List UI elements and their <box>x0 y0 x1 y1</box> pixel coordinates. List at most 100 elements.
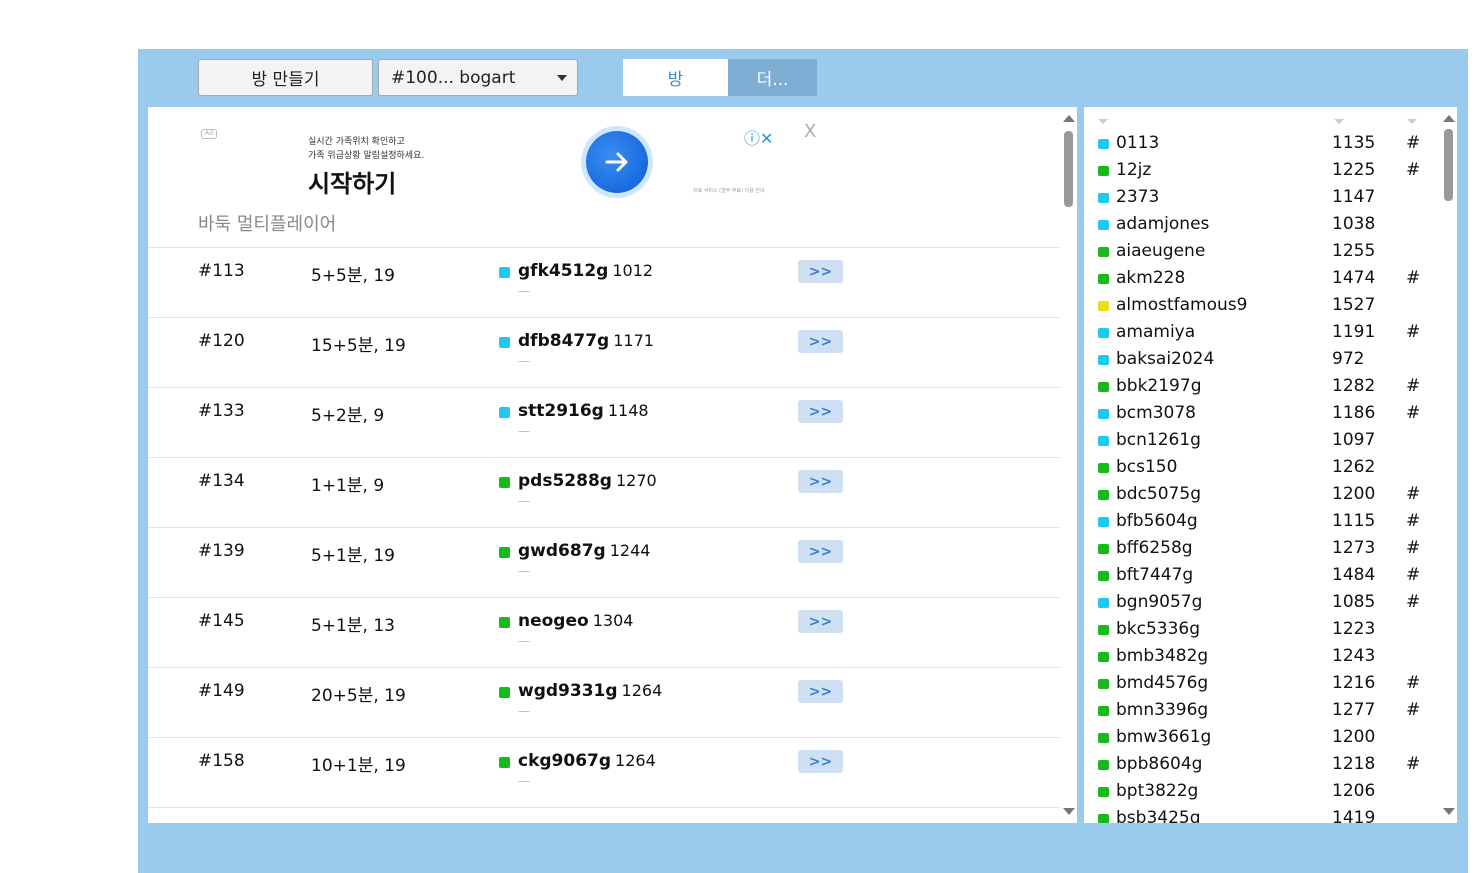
room-row[interactable]: #133 5+2분, 9 stt2916g 1148 — >> <box>148 387 1060 457</box>
user-row[interactable]: bmn3396g 1277 # <box>1084 697 1440 724</box>
sort-name-icon[interactable] <box>1098 119 1108 124</box>
room-row[interactable]: #145 5+1분, 13 neogeo 1304 — >> <box>148 597 1060 667</box>
room-row[interactable]: #134 1+1분, 9 pds5288g 1270 — >> <box>148 457 1060 527</box>
status-dot-icon <box>499 407 510 418</box>
user-row[interactable]: bpb8604g 1218 # <box>1084 751 1440 778</box>
room-host[interactable]: neogeo 1304 <box>518 611 633 631</box>
scroll-thumb[interactable] <box>1444 129 1453 201</box>
room-row[interactable]: #139 5+1분, 19 gwd687g 1244 — >> <box>148 527 1060 597</box>
status-dot-icon <box>1098 328 1109 338</box>
user-row[interactable]: amamiya 1191 # <box>1084 319 1440 346</box>
user-row[interactable]: akm228 1474 # <box>1084 265 1440 292</box>
status-dot-icon <box>1098 409 1109 419</box>
tab-room[interactable]: 방 <box>623 59 728 96</box>
scroll-down-icon[interactable] <box>1063 808 1075 815</box>
user-row[interactable]: bff6258g 1273 # <box>1084 535 1440 562</box>
scroll-up-icon[interactable] <box>1443 115 1455 122</box>
user-row[interactable]: bfb5604g 1115 # <box>1084 508 1440 535</box>
user-row[interactable]: bcm3078 1186 # <box>1084 400 1440 427</box>
user-rating: 1200 <box>1332 484 1376 504</box>
room-row[interactable]: #113 5+5분, 19 gfk4512g 1012 — >> <box>148 247 1060 317</box>
user-row[interactable]: bcs150 1262 <box>1084 454 1440 481</box>
user-row[interactable]: adamjones 1038 <box>1084 211 1440 238</box>
status-dot-icon <box>1098 463 1109 473</box>
join-room-button[interactable]: >> <box>798 260 843 283</box>
room-row[interactable]: #120 15+5분, 19 dfb8477g 1171 — >> <box>148 317 1060 387</box>
sort-game-icon[interactable] <box>1407 119 1417 124</box>
room-list-scrollbar[interactable] <box>1060 107 1077 823</box>
sort-rating-icon[interactable] <box>1334 119 1344 124</box>
room-host[interactable]: ckg9067g 1264 <box>518 751 656 771</box>
room-select-dropdown[interactable]: #100... bogart <box>378 59 578 96</box>
status-dot-icon <box>1098 139 1109 149</box>
user-row[interactable]: bpt3822g 1206 <box>1084 778 1440 805</box>
room-opponent-empty: — <box>518 354 530 368</box>
ad-info-icon[interactable]: ⓘ✕ <box>744 125 773 149</box>
user-rating: 1243 <box>1332 646 1376 666</box>
user-rating: 1085 <box>1332 592 1376 612</box>
user-name: bmn3396g <box>1116 700 1209 720</box>
user-row[interactable]: 12jz 1225 # <box>1084 157 1440 184</box>
user-row[interactable]: bkc5336g 1223 <box>1084 616 1440 643</box>
join-room-button[interactable]: >> <box>798 400 843 423</box>
room-host[interactable]: dfb8477g 1171 <box>518 331 654 351</box>
ad-close-button[interactable]: X <box>804 121 816 142</box>
user-in-game-marker: # <box>1406 592 1421 612</box>
user-row[interactable]: 2373 1147 <box>1084 184 1440 211</box>
scroll-down-icon[interactable] <box>1443 808 1455 815</box>
join-room-button[interactable]: >> <box>798 610 843 633</box>
user-name: aiaeugene <box>1116 241 1206 261</box>
user-in-game-marker: # <box>1406 754 1421 774</box>
user-row[interactable]: 0113 1135 # <box>1084 130 1440 157</box>
user-row[interactable]: bgn9057g 1085 # <box>1084 589 1440 616</box>
user-row[interactable]: bft7447g 1484 # <box>1084 562 1440 589</box>
room-host-name: dfb8477g <box>518 331 610 351</box>
user-row[interactable]: bbk2197g 1282 # <box>1084 373 1440 400</box>
arrow-right-icon[interactable] <box>586 131 648 193</box>
room-time-control: 5+1분, 13 <box>311 616 395 636</box>
join-room-button[interactable]: >> <box>798 680 843 703</box>
scroll-up-icon[interactable] <box>1063 115 1075 122</box>
room-id: #133 <box>198 401 245 421</box>
user-row[interactable]: almostfamous9 1527 <box>1084 292 1440 319</box>
user-row[interactable]: bmd4576g 1216 # <box>1084 670 1440 697</box>
join-room-button[interactable]: >> <box>798 540 843 563</box>
status-dot-icon <box>1098 436 1109 446</box>
user-in-game-marker: # <box>1406 565 1421 585</box>
user-row[interactable]: bsb3425g 1419 <box>1084 805 1440 823</box>
tab-more[interactable]: 더... <box>728 59 817 96</box>
user-row[interactable]: bmw3661g 1200 <box>1084 724 1440 751</box>
user-row[interactable]: aiaeugene 1255 <box>1084 238 1440 265</box>
user-in-game-marker: # <box>1406 268 1421 288</box>
user-rating: 1206 <box>1332 781 1376 801</box>
status-dot-icon <box>1098 517 1109 527</box>
ad-cta-text[interactable]: 시작하기 <box>308 164 396 199</box>
room-host[interactable]: wgd9331g 1264 <box>518 681 662 701</box>
room-host[interactable]: gfk4512g 1012 <box>518 261 653 281</box>
user-list-scrollbar[interactable] <box>1440 107 1457 823</box>
scroll-thumb[interactable] <box>1064 131 1073 207</box>
user-row[interactable]: baksai2024 972 <box>1084 346 1440 373</box>
status-dot-icon <box>1098 274 1109 284</box>
user-name: almostfamous9 <box>1116 295 1248 315</box>
room-host[interactable]: stt2916g 1148 <box>518 401 649 421</box>
room-host[interactable]: pds5288g 1270 <box>518 471 657 491</box>
user-row[interactable]: bdc5075g 1200 # <box>1084 481 1440 508</box>
user-row[interactable]: bmb3482g 1243 <box>1084 643 1440 670</box>
user-row[interactable]: bcn1261g 1097 <box>1084 427 1440 454</box>
room-row[interactable]: #158 10+1분, 19 ckg9067g 1264 — >> <box>148 737 1060 807</box>
join-room-button[interactable]: >> <box>798 750 843 773</box>
room-row[interactable]: #149 20+5분, 19 wgd9331g 1264 — >> <box>148 667 1060 737</box>
join-room-button[interactable]: >> <box>798 330 843 353</box>
ad-banner[interactable]: Ad 실시간 가족위치 확인하고 가족 위급상황 알림설정하세요. 시작하기 유… <box>148 107 1060 247</box>
room-host-rating: 1264 <box>621 681 663 700</box>
status-dot-icon <box>1098 787 1109 797</box>
status-dot-icon <box>1098 382 1109 392</box>
join-room-button[interactable]: >> <box>798 470 843 493</box>
status-dot-icon <box>1098 571 1109 581</box>
room-host[interactable]: gwd687g 1244 <box>518 541 650 561</box>
room-row-partial <box>148 807 1060 823</box>
status-dot-icon <box>1098 301 1109 311</box>
user-name: 12jz <box>1116 160 1152 180</box>
create-room-button[interactable]: 방 만들기 <box>198 59 373 96</box>
